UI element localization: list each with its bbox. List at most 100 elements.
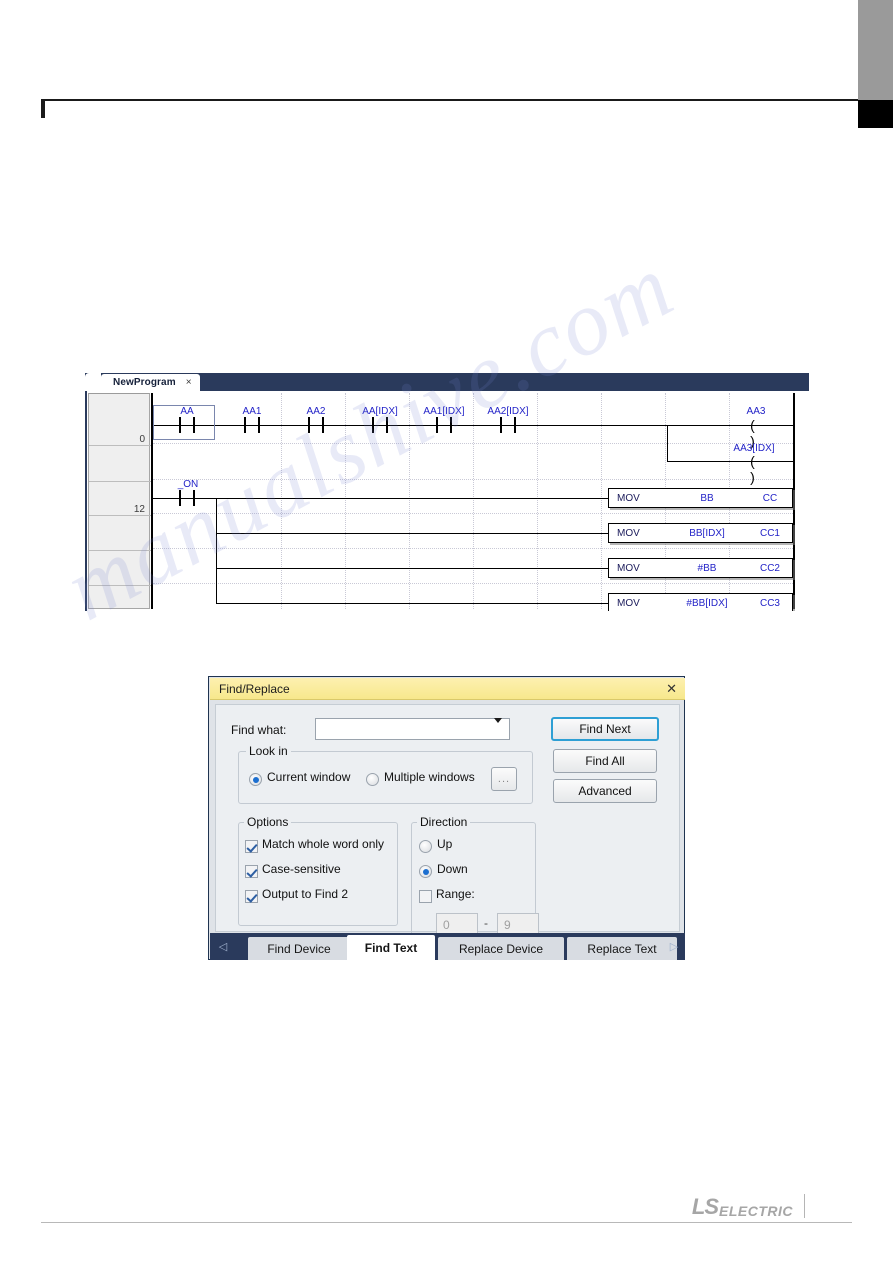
instruction-operand-b: CC3: [759, 597, 780, 609]
ladder-rownumber-12: 12: [89, 482, 151, 516]
tab-scroll-prev-icon[interactable]: ◁: [215, 938, 231, 955]
options-group-label: Options: [244, 815, 292, 829]
contact-aa2-idx[interactable]: [495, 417, 521, 433]
radio-down-label: Down: [437, 862, 468, 876]
rung-wire: [216, 533, 609, 534]
tab-find-text[interactable]: Find Text: [347, 935, 435, 960]
ladder-tabbar: NewProgram ×: [85, 373, 809, 391]
logo-electric-text: ELECTRIC: [719, 1203, 793, 1219]
find-what-label: Find what:: [231, 723, 287, 737]
page-edge-tab: [858, 0, 893, 100]
advanced-button[interactable]: Advanced: [553, 779, 657, 803]
range-separator: -: [484, 916, 488, 930]
find-what-input[interactable]: [315, 718, 510, 740]
radio-current-window[interactable]: [249, 773, 262, 786]
ladder-rownumber-0: 0: [89, 394, 151, 446]
find-next-button[interactable]: Find Next: [551, 717, 659, 741]
rung-wire: [216, 603, 609, 604]
page-edge-black-block: [858, 100, 893, 128]
browse-windows-button[interactable]: ...: [491, 767, 517, 791]
find-all-button[interactable]: Find All: [553, 749, 657, 773]
find-replace-dialog: Find/Replace ✕ Find what: Look in Curren…: [208, 676, 685, 960]
checkbox-output-to-find-2[interactable]: [245, 890, 258, 903]
checkbox-range-label: Range:: [436, 887, 475, 901]
instruction-block-mov-1[interactable]: MOV BB CC: [608, 488, 793, 508]
header-tick: [41, 99, 45, 118]
ls-electric-logo: LS ELECTRIC: [691, 1194, 793, 1219]
contact-aa2[interactable]: [303, 417, 329, 433]
ladder-rownumber-blank-3: [89, 551, 151, 586]
close-icon[interactable]: ✕: [666, 682, 677, 695]
coil-label-aa3: AA3: [746, 406, 766, 417]
ladder-canvas-body: 0 12 AA AA1 AA2 AA[IDX] AA1[IDX] AA2[IDX…: [85, 391, 809, 611]
ladder-selection-box: [153, 405, 215, 440]
dialog-tabstrip: ◁ Find Device Find Text Replace Device R…: [210, 933, 685, 960]
rung-wire: [667, 461, 793, 462]
checkbox-match-whole-word-label: Match whole word only: [262, 837, 385, 851]
tab-replace-text[interactable]: Replace Text: [567, 937, 677, 960]
coil-aa3[interactable]: ( ): [742, 417, 768, 449]
tab-replace-device[interactable]: Replace Device: [438, 937, 564, 960]
instruction-block-mov-3[interactable]: MOV #BB CC2: [608, 558, 793, 578]
ladder-tab-newprogram[interactable]: NewProgram ×: [101, 374, 200, 391]
instruction-operand-a: #BB: [697, 562, 717, 574]
rung-wire: [216, 568, 609, 569]
tab-find-device[interactable]: Find Device: [248, 937, 358, 960]
ladder-tabbar-corner: [85, 373, 101, 391]
radio-multiple-windows-label: Multiple windows: [384, 770, 475, 784]
instruction-operand-a: #BB[IDX]: [686, 597, 728, 609]
footer-rule: [41, 1222, 852, 1223]
instruction-block-mov-4[interactable]: MOV #BB[IDX] CC3: [608, 593, 793, 611]
contact-label-aa2-idx: AA2[IDX]: [487, 406, 529, 417]
instruction-opcode: MOV: [617, 492, 640, 504]
checkbox-case-sensitive[interactable]: [245, 865, 258, 878]
instruction-block-mov-2[interactable]: MOV BB[IDX] CC1: [608, 523, 793, 543]
footer-divider: [804, 1194, 805, 1218]
contact-label-aa-idx: AA[IDX]: [362, 406, 398, 417]
contact-aa-idx[interactable]: [367, 417, 393, 433]
checkbox-match-whole-word[interactable]: [245, 840, 258, 853]
contact-label-aa1: AA1: [242, 406, 262, 417]
contact-aa1[interactable]: [239, 417, 265, 433]
ladder-editor-window: NewProgram × 0 12 AA AA1 AA2 AA[IDX] AA1…: [85, 373, 809, 611]
contact-label-aa1-idx: AA1[IDX]: [423, 406, 465, 417]
checkbox-case-sensitive-label: Case-sensitive: [262, 862, 341, 876]
rung-branch-wire: [667, 425, 668, 461]
ladder-right-power-rail: [793, 393, 795, 609]
instruction-operand-b: CC1: [759, 527, 780, 539]
contact-aa1-idx[interactable]: [431, 417, 457, 433]
instruction-operand-a: BB: [700, 492, 714, 504]
close-icon[interactable]: ×: [186, 377, 192, 388]
radio-up-label: Up: [437, 837, 453, 851]
instruction-operand-a: BB[IDX]: [689, 527, 725, 539]
radio-down[interactable]: [419, 865, 432, 878]
ladder-rownumber-blank-1: [89, 446, 151, 482]
radio-current-window-label: Current window: [267, 770, 351, 784]
rung-wire: [153, 498, 609, 499]
ladder-rownumber-column: 0 12: [88, 393, 151, 610]
ladder-rownumber-blank-2: [89, 516, 151, 551]
coil-aa3-idx[interactable]: ( ): [742, 453, 768, 485]
chevron-down-icon[interactable]: [494, 718, 502, 735]
rung-branch-wire: [216, 498, 217, 603]
contact-label-on: _ON: [177, 479, 199, 490]
radio-up[interactable]: [419, 840, 432, 853]
checkbox-range[interactable]: [419, 890, 432, 903]
logo-ls-text: LS: [691, 1194, 719, 1219]
radio-multiple-windows[interactable]: [366, 773, 379, 786]
direction-group-label: Direction: [417, 815, 471, 829]
ladder-tab-label: NewProgram: [113, 377, 176, 388]
dialog-title: Find/Replace: [219, 681, 290, 696]
instruction-opcode: MOV: [617, 562, 640, 574]
header-rule: [44, 99, 858, 101]
ladder-rownumber-blank-4: [89, 586, 151, 610]
instruction-opcode: MOV: [617, 527, 640, 539]
instruction-operand-b: CC2: [759, 562, 780, 574]
contact-label-aa2: AA2: [306, 406, 326, 417]
instruction-operand-b: CC: [762, 492, 778, 504]
dialog-client-area: Find what: Look in Current window Multip…: [215, 704, 680, 950]
dialog-titlebar: Find/Replace ✕: [210, 678, 685, 700]
checkbox-output-to-find-2-label: Output to Find 2: [262, 887, 349, 901]
tab-scroll-next-icon[interactable]: ▷: [666, 938, 682, 955]
ladder-canvas: 0 12 AA AA1 AA2 AA[IDX] AA1[IDX] AA2[IDX…: [87, 391, 809, 611]
